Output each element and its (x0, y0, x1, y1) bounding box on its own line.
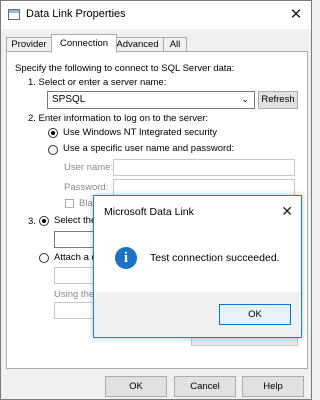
dialog-ok-button[interactable]: OK (219, 304, 291, 325)
server-name-combobox[interactable]: SPSQL ⌄ (47, 91, 255, 109)
close-icon[interactable]: ✕ (281, 203, 293, 220)
info-icon: i (115, 247, 137, 269)
windows-security-radio[interactable] (48, 128, 58, 138)
instruction-text: Specify the following to connect to SQL … (15, 63, 235, 74)
select-database-radio[interactable] (39, 216, 49, 226)
window-title: Data Link Properties (26, 8, 126, 20)
cancel-button[interactable]: Cancel (174, 376, 236, 397)
database-combobox[interactable] (54, 231, 98, 248)
step1-label: 1. Select or enter a server name: (28, 77, 167, 88)
chevron-down-icon[interactable]: ⌄ (241, 94, 249, 105)
using-label: Using the (54, 289, 95, 300)
tab-all[interactable]: All (163, 37, 187, 52)
attach-database-label: Attach a d (54, 252, 97, 263)
username-field[interactable] (113, 159, 295, 176)
tab-provider[interactable]: Provider (6, 37, 52, 52)
windows-security-label: Use Windows NT Integrated security (63, 127, 217, 138)
tab-connection[interactable]: Connection (51, 34, 117, 53)
dialog-message: Test connection succeeded. (150, 252, 280, 264)
window-icon (8, 9, 20, 20)
step3-number: 3. (28, 216, 36, 227)
message-dialog: Microsoft Data Link ✕ i Test connection … (93, 195, 302, 338)
password-field[interactable] (113, 179, 295, 196)
attach-filename-field[interactable] (54, 267, 98, 284)
dialog-footer: OK (94, 292, 301, 337)
dialog-title: Microsoft Data Link (104, 206, 194, 218)
username-label: User name: (64, 162, 114, 173)
attach-database-radio[interactable] (39, 253, 49, 263)
specific-user-radio[interactable] (48, 145, 58, 155)
close-icon[interactable]: ✕ (281, 1, 311, 29)
blank-password-checkbox[interactable] (65, 199, 74, 208)
step2-label: 2. Enter information to log on to the se… (28, 113, 209, 124)
password-label: Password: (64, 182, 109, 193)
tab-advanced[interactable]: Advanced (111, 37, 164, 52)
specific-user-label: Use a specific user name and password: (63, 143, 235, 154)
using-filename-field[interactable] (54, 302, 98, 319)
ok-button[interactable]: OK (105, 376, 167, 397)
title-bar: Data Link Properties ✕ (1, 1, 311, 29)
refresh-button[interactable]: Refresh (258, 91, 298, 109)
select-database-label: Select the (54, 215, 97, 226)
help-button[interactable]: Help (242, 376, 304, 397)
server-name-value: SPSQL (52, 94, 86, 105)
